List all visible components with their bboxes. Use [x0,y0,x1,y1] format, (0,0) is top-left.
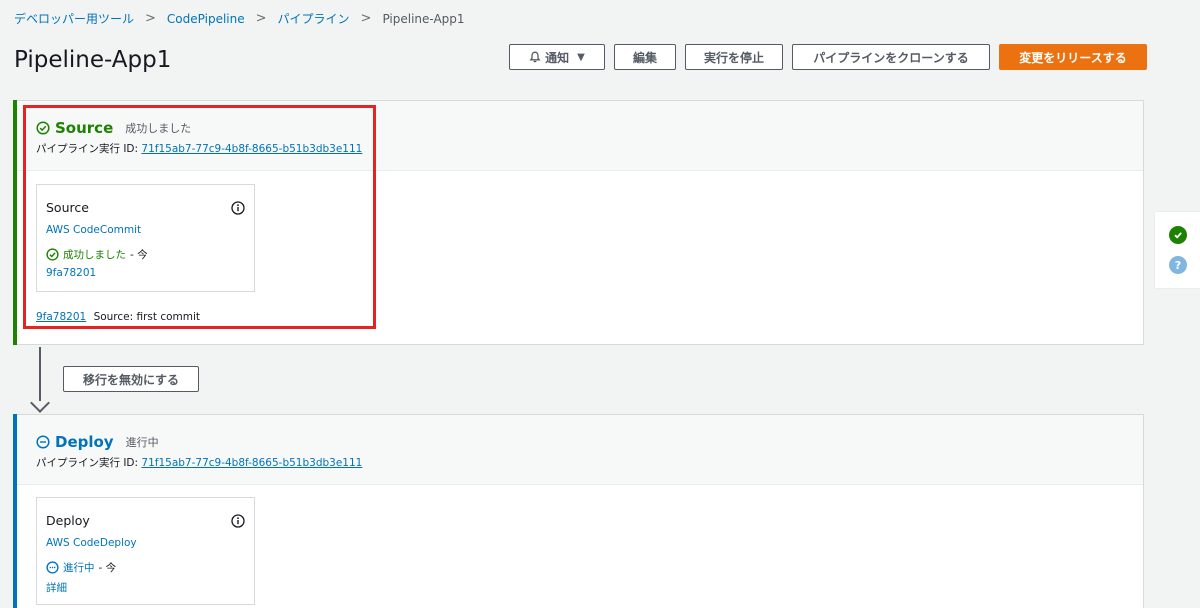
action-status-time: - 今 [98,562,117,574]
breadcrumb-pipelines[interactable]: パイプライン [278,10,350,27]
stage-status: 進行中 [125,436,159,449]
notify-label: 通知 [545,50,570,65]
chevron-right-icon: > [145,11,156,26]
execution-id-label: パイプライン実行 ID: [36,457,139,469]
action-details-link[interactable]: 詳細 [46,580,245,595]
action-name: Deploy [46,513,90,528]
edit-button[interactable]: 編集 [614,44,676,70]
execution-id-row: パイプライン実行 ID: 71f15ab7-77c9-4b8f-8665-b51… [36,455,1143,470]
clone-pipeline-button[interactable]: パイプラインをクローンする [792,44,990,70]
stage-status-bar [13,100,17,345]
stop-execution-button[interactable]: 実行を停止 [685,44,783,70]
caret-down-icon: ▼ [577,51,585,63]
stage-deploy: Deploy 進行中 パイプライン実行 ID: 71f15ab7-77c9-4b… [13,414,1144,608]
action-status-text: 進行中 [63,562,95,574]
arrow-down-icon [30,393,50,413]
notify-button[interactable]: 通知 ▼ [509,44,605,70]
release-change-button[interactable]: 変更をリリースする [999,44,1147,70]
header-actions: 通知 ▼ 編集 実行を停止 パイプラインをクローンする 変更をリリースする [509,44,1147,70]
in-progress-icon [46,561,59,574]
breadcrumb: デベロッパー用ツール > CodePipeline > パイプライン > Pip… [14,10,465,27]
success-check-icon[interactable] [1169,226,1187,244]
in-progress-icon [36,435,50,449]
info-icon[interactable] [231,513,245,528]
breadcrumb-developer-tools[interactable]: デベロッパー用ツール [14,10,134,27]
highlight-box [23,105,376,329]
chevron-right-icon: > [360,11,372,26]
action-status: 進行中 - 今 [46,560,245,575]
page-title: Pipeline-App1 [14,47,172,73]
stage-name: Deploy [55,433,114,451]
breadcrumb-codepipeline[interactable]: CodePipeline [167,12,245,26]
action-provider-link[interactable]: AWS CodeDeploy [46,537,245,549]
stage-header: Deploy 進行中 パイプライン実行 ID: 71f15ab7-77c9-4b… [14,415,1143,485]
side-status-panel: ? [1154,211,1200,289]
bell-icon [529,51,541,63]
disable-transition-button[interactable]: 移行を無効にする [63,366,199,392]
chevron-right-icon: > [255,11,267,26]
action-card-deploy: Deploy AWS CodeDeploy 進行中 - 今 詳細 [36,497,255,605]
stage-status-bar [13,414,17,608]
help-icon[interactable]: ? [1169,256,1187,274]
execution-id-link[interactable]: 71f15ab7-77c9-4b8f-8665-b51b3db3e111 [141,457,362,469]
breadcrumb-current: Pipeline-App1 [382,11,465,26]
